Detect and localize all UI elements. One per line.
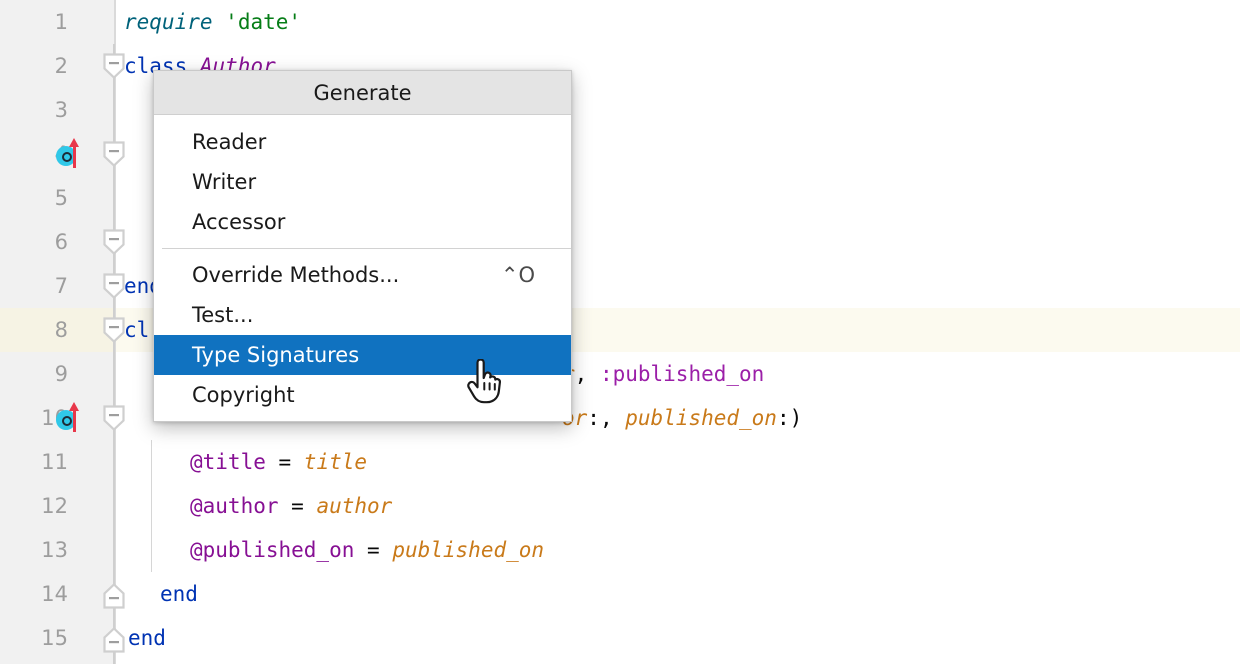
fold-marker-collapse[interactable]	[103, 141, 125, 167]
menu-item-label: Type Signatures	[192, 343, 535, 367]
token-keyword: require	[124, 10, 213, 34]
menu-item-override-methods[interactable]: Override Methods... ⌃O	[154, 255, 571, 295]
code-line-11[interactable]: @title = title	[190, 440, 367, 484]
line-number: 5	[0, 176, 68, 220]
line-number: 7	[0, 264, 68, 308]
run-icon-ring	[62, 152, 72, 162]
menu-item-accessor[interactable]: Accessor	[154, 202, 571, 242]
menu-item-label: Reader	[192, 130, 535, 154]
token-operator: =	[354, 538, 392, 562]
menu-item-label: Test...	[192, 303, 535, 327]
run-icon-arrow	[72, 402, 76, 432]
token-parameter: author	[316, 494, 392, 518]
menu-item-shortcut: ⌃O	[501, 263, 557, 287]
menu-item-writer[interactable]: Writer	[154, 162, 571, 202]
code-line-15[interactable]: end	[128, 616, 166, 660]
menu-item-test[interactable]: Test...	[154, 295, 571, 335]
token-symbol: :published_on	[600, 362, 764, 386]
menu-item-label: Writer	[192, 170, 535, 194]
token-colon: :,	[587, 406, 625, 430]
token-operator: =	[266, 450, 304, 474]
line-number: 13	[0, 528, 68, 572]
menu-item-type-signatures[interactable]: Type Signatures	[154, 335, 571, 375]
token-comma: ,	[575, 362, 600, 386]
fold-rail	[113, 340, 115, 610]
fold-marker-end[interactable]	[103, 627, 125, 653]
fold-marker-collapse[interactable]	[103, 273, 125, 299]
code-line-8[interactable]: cl	[124, 308, 149, 352]
line-number: 11	[0, 440, 68, 484]
token-instance-var: @title	[190, 450, 266, 474]
menu-item-label: Accessor	[192, 210, 535, 234]
code-line-9[interactable]: r, :published_on	[562, 352, 764, 396]
run-gutter-icon[interactable]	[56, 137, 90, 171]
menu-item-list: Reader Writer Accessor Override Methods.…	[154, 115, 571, 421]
line-number: 14	[0, 572, 68, 616]
code-line-12[interactable]: @author = author	[190, 484, 392, 528]
run-gutter-icon[interactable]	[56, 401, 90, 435]
fold-marker-collapse[interactable]	[103, 53, 125, 79]
token-string: 'date'	[225, 10, 301, 34]
token-keyword: end	[128, 626, 166, 650]
menu-title: Generate	[154, 71, 571, 115]
code-line-14[interactable]: end	[160, 572, 198, 616]
fold-marker-collapse[interactable]	[103, 229, 125, 255]
token-parameter: title	[304, 450, 367, 474]
token-instance-var: @author	[190, 494, 279, 518]
indent-guide	[151, 440, 152, 572]
line-number: 9	[0, 352, 68, 396]
line-number: 3	[0, 88, 68, 132]
line-number: 2	[0, 44, 68, 88]
token-parameter: published_on	[392, 538, 544, 562]
token-close: :)	[777, 406, 802, 430]
token-instance-var: @published_on	[190, 538, 354, 562]
line-number: 12	[0, 484, 68, 528]
line-number: 6	[0, 220, 68, 264]
code-line-13[interactable]: @published_on = published_on	[190, 528, 544, 572]
token-operator: =	[279, 494, 317, 518]
menu-item-copyright[interactable]: Copyright	[154, 375, 571, 415]
line-number: 8	[0, 308, 68, 352]
menu-item-label: Copyright	[192, 383, 535, 407]
token-keyword: cl	[124, 318, 149, 342]
fold-marker-collapse[interactable]	[103, 317, 125, 343]
line-number: 1	[0, 0, 68, 44]
token-parameter: published_on	[625, 406, 777, 430]
run-icon-ring	[62, 416, 72, 426]
generate-popup-menu[interactable]: Generate Reader Writer Accessor Override…	[153, 70, 572, 422]
menu-item-label: Override Methods...	[192, 263, 501, 287]
fold-marker-end[interactable]	[103, 583, 125, 609]
menu-item-reader[interactable]: Reader	[154, 122, 571, 162]
menu-separator	[162, 248, 571, 249]
run-icon-arrow	[72, 138, 76, 168]
token-keyword: end	[160, 582, 198, 606]
line-number: 15	[0, 616, 68, 660]
code-line-10[interactable]: or:, published_on:)	[562, 396, 802, 440]
fold-marker-collapse[interactable]	[103, 405, 125, 431]
code-line-1[interactable]: require 'date'	[124, 0, 301, 44]
ide-window: 1 2 3 4 5 6 7 8 9 10 11 12 13 14 15	[0, 0, 1240, 664]
